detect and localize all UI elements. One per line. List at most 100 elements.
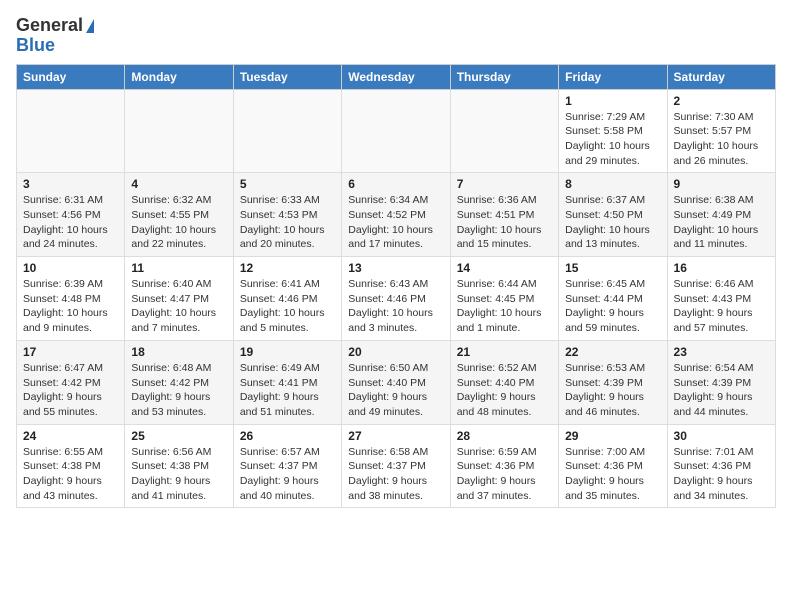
calendar-cell: 16 Sunrise: 6:46 AM Sunset: 4:43 PM Dayli… [667,257,775,341]
calendar-cell: 2 Sunrise: 7:30 AM Sunset: 5:57 PM Daylig… [667,89,775,173]
day-info: Sunrise: 6:38 AM Sunset: 4:49 PM Dayligh… [674,193,769,252]
calendar-cell: 1Sunrise: 7:29 AM Sunset: 5:58 PM Daylig… [559,89,667,173]
calendar-cell: 27 Sunrise: 6:58 AM Sunset: 4:37 PM Dayli… [342,424,450,508]
calendar-week-row: 10 Sunrise: 6:39 AM Sunset: 4:48 PM Dayli… [17,257,776,341]
day-number: 16 [674,261,769,275]
day-info: Sunrise: 6:48 AM Sunset: 4:42 PM Dayligh… [131,361,226,420]
day-info: Sunrise: 6:58 AM Sunset: 4:37 PM Dayligh… [348,445,443,504]
day-info: Sunrise: 6:43 AM Sunset: 4:46 PM Dayligh… [348,277,443,336]
calendar-cell: 25 Sunrise: 6:56 AM Sunset: 4:38 PM Dayli… [125,424,233,508]
day-info: Sunrise: 6:34 AM Sunset: 4:52 PM Dayligh… [348,193,443,252]
day-info: Sunrise: 6:37 AM Sunset: 4:50 PM Dayligh… [565,193,660,252]
calendar-cell: 26Sunrise: 6:57 AM Sunset: 4:37 PM Dayli… [233,424,341,508]
day-info: Sunrise: 7:30 AM Sunset: 5:57 PM Dayligh… [674,110,769,169]
calendar-cell: 29 Sunrise: 7:00 AM Sunset: 4:36 PM Dayli… [559,424,667,508]
day-info: Sunrise: 6:55 AM Sunset: 4:38 PM Dayligh… [23,445,118,504]
calendar-cell [450,89,558,173]
calendar-cell: 10 Sunrise: 6:39 AM Sunset: 4:48 PM Dayli… [17,257,125,341]
day-info: Sunrise: 6:49 AM Sunset: 4:41 PM Dayligh… [240,361,335,420]
day-number: 3 [23,177,118,191]
day-number: 9 [674,177,769,191]
calendar-cell [125,89,233,173]
day-info: Sunrise: 6:45 AM Sunset: 4:44 PM Dayligh… [565,277,660,336]
calendar-cell: 18 Sunrise: 6:48 AM Sunset: 4:42 PM Dayli… [125,340,233,424]
day-info: Sunrise: 6:33 AM Sunset: 4:53 PM Dayligh… [240,193,335,252]
day-number: 26 [240,429,335,443]
column-header-friday: Friday [559,64,667,89]
day-number: 25 [131,429,226,443]
day-info: Sunrise: 6:39 AM Sunset: 4:48 PM Dayligh… [23,277,118,336]
day-number: 7 [457,177,552,191]
calendar-cell: 5 Sunrise: 6:33 AM Sunset: 4:53 PM Daylig… [233,173,341,257]
day-number: 17 [23,345,118,359]
day-info: Sunrise: 6:53 AM Sunset: 4:39 PM Dayligh… [565,361,660,420]
day-info: Sunrise: 6:46 AM Sunset: 4:43 PM Dayligh… [674,277,769,336]
day-number: 20 [348,345,443,359]
page-header: General Blue [16,16,776,56]
day-info: Sunrise: 6:56 AM Sunset: 4:38 PM Dayligh… [131,445,226,504]
day-number: 2 [674,94,769,108]
day-info: Sunrise: 7:01 AM Sunset: 4:36 PM Dayligh… [674,445,769,504]
column-header-monday: Monday [125,64,233,89]
day-number: 22 [565,345,660,359]
calendar-cell: 23Sunrise: 6:54 AM Sunset: 4:39 PM Dayli… [667,340,775,424]
day-number: 18 [131,345,226,359]
day-number: 23 [674,345,769,359]
day-info: Sunrise: 6:59 AM Sunset: 4:36 PM Dayligh… [457,445,552,504]
calendar-cell [17,89,125,173]
column-header-wednesday: Wednesday [342,64,450,89]
column-header-sunday: Sunday [17,64,125,89]
calendar-week-row: 1Sunrise: 7:29 AM Sunset: 5:58 PM Daylig… [17,89,776,173]
day-number: 14 [457,261,552,275]
day-info: Sunrise: 6:44 AM Sunset: 4:45 PM Dayligh… [457,277,552,336]
calendar-cell: 7 Sunrise: 6:36 AM Sunset: 4:51 PM Daylig… [450,173,558,257]
day-number: 24 [23,429,118,443]
day-number: 13 [348,261,443,275]
logo: General Blue [16,16,94,56]
calendar-cell: 9 Sunrise: 6:38 AM Sunset: 4:49 PM Daylig… [667,173,775,257]
day-number: 19 [240,345,335,359]
day-number: 27 [348,429,443,443]
day-number: 8 [565,177,660,191]
day-number: 1 [565,94,660,108]
day-info: Sunrise: 6:50 AM Sunset: 4:40 PM Dayligh… [348,361,443,420]
day-number: 10 [23,261,118,275]
day-number: 21 [457,345,552,359]
day-info: Sunrise: 6:31 AM Sunset: 4:56 PM Dayligh… [23,193,118,252]
day-info: Sunrise: 6:36 AM Sunset: 4:51 PM Dayligh… [457,193,552,252]
column-header-saturday: Saturday [667,64,775,89]
day-info: Sunrise: 6:52 AM Sunset: 4:40 PM Dayligh… [457,361,552,420]
day-info: Sunrise: 6:41 AM Sunset: 4:46 PM Dayligh… [240,277,335,336]
calendar-cell: 20 Sunrise: 6:50 AM Sunset: 4:40 PM Dayli… [342,340,450,424]
calendar-cell: 30 Sunrise: 7:01 AM Sunset: 4:36 PM Dayli… [667,424,775,508]
day-info: Sunrise: 7:00 AM Sunset: 4:36 PM Dayligh… [565,445,660,504]
calendar-cell: 4 Sunrise: 6:32 AM Sunset: 4:55 PM Daylig… [125,173,233,257]
day-number: 29 [565,429,660,443]
day-number: 6 [348,177,443,191]
logo-blue: Blue [16,36,94,56]
calendar-cell: 21 Sunrise: 6:52 AM Sunset: 4:40 PM Dayli… [450,340,558,424]
calendar-table: SundayMondayTuesdayWednesdayThursdayFrid… [16,64,776,509]
calendar-cell: 15 Sunrise: 6:45 AM Sunset: 4:44 PM Dayli… [559,257,667,341]
calendar-cell: 13 Sunrise: 6:43 AM Sunset: 4:46 PM Dayli… [342,257,450,341]
column-header-tuesday: Tuesday [233,64,341,89]
calendar-cell: 6 Sunrise: 6:34 AM Sunset: 4:52 PM Daylig… [342,173,450,257]
day-info: Sunrise: 6:32 AM Sunset: 4:55 PM Dayligh… [131,193,226,252]
day-number: 4 [131,177,226,191]
day-info: Sunrise: 6:40 AM Sunset: 4:47 PM Dayligh… [131,277,226,336]
calendar-cell: 22 Sunrise: 6:53 AM Sunset: 4:39 PM Dayli… [559,340,667,424]
column-header-thursday: Thursday [450,64,558,89]
calendar-cell: 28 Sunrise: 6:59 AM Sunset: 4:36 PM Dayli… [450,424,558,508]
calendar-cell: 24 Sunrise: 6:55 AM Sunset: 4:38 PM Dayli… [17,424,125,508]
calendar-week-row: 17 Sunrise: 6:47 AM Sunset: 4:42 PM Dayli… [17,340,776,424]
calendar-cell: 14 Sunrise: 6:44 AM Sunset: 4:45 PM Dayli… [450,257,558,341]
day-info: Sunrise: 6:47 AM Sunset: 4:42 PM Dayligh… [23,361,118,420]
day-number: 28 [457,429,552,443]
day-number: 30 [674,429,769,443]
day-number: 5 [240,177,335,191]
day-number: 11 [131,261,226,275]
calendar-cell: 8 Sunrise: 6:37 AM Sunset: 4:50 PM Daylig… [559,173,667,257]
calendar-cell: 19 Sunrise: 6:49 AM Sunset: 4:41 PM Dayli… [233,340,341,424]
day-number: 15 [565,261,660,275]
calendar-cell: 12Sunrise: 6:41 AM Sunset: 4:46 PM Dayli… [233,257,341,341]
